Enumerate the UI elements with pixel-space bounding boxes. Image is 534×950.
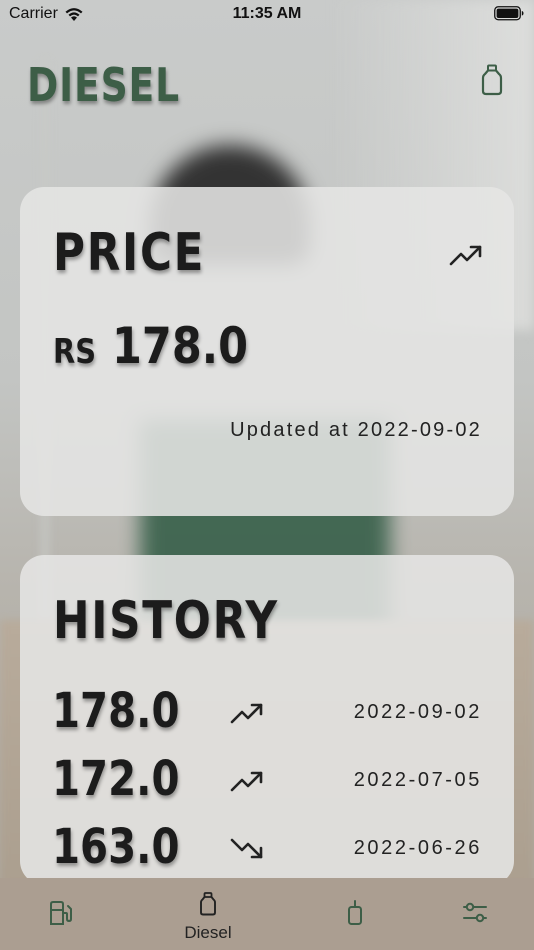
clock: 11:35 AM — [232, 5, 302, 22]
trending-down-icon — [230, 838, 263, 859]
history-card: HISTORY 178.0 2022-09-02 172.0 2022-07-0… — [20, 555, 514, 885]
battery-icon — [494, 6, 524, 21]
trending-up-icon — [230, 771, 263, 792]
tab-diesel[interactable]: Diesel — [170, 878, 246, 950]
history-date: 2022-06-26 — [353, 837, 482, 859]
tab-kerosene[interactable] — [335, 878, 375, 950]
trending-up-icon — [449, 245, 482, 266]
history-row: 172.0 2022-07-05 — [20, 751, 514, 819]
price-heading: PRICE — [53, 223, 206, 283]
app-title: DIESEL — [27, 58, 181, 112]
history-row: 178.0 2022-09-02 — [20, 683, 514, 751]
fuel-can-icon — [200, 892, 216, 916]
tab-petrol[interactable] — [40, 878, 82, 950]
fuel-can-icon[interactable] — [480, 64, 504, 96]
gas-pump-icon — [50, 901, 72, 925]
history-price: 178.0 — [52, 683, 180, 739]
sliders-icon — [463, 902, 487, 923]
history-date: 2022-09-02 — [353, 701, 482, 723]
price-amount: 178.0 — [111, 317, 248, 375]
bottle-icon — [348, 900, 362, 925]
history-list: 178.0 2022-09-02 172.0 2022-07-05 163.0 … — [20, 683, 514, 887]
history-price: 163.0 — [52, 819, 180, 875]
history-price: 172.0 — [52, 751, 180, 807]
tab-diesel-label: Diesel — [184, 923, 232, 942]
currency-label: RS — [53, 332, 97, 372]
history-heading: HISTORY — [53, 591, 279, 651]
current-price: RS 178.0 — [53, 317, 270, 375]
history-date: 2022-07-05 — [353, 769, 482, 791]
tab-bar: Diesel — [0, 878, 534, 950]
history-row: 163.0 2022-06-26 — [20, 819, 514, 887]
trending-up-icon — [230, 703, 263, 724]
updated-date: Updated at 2022-09-02 — [230, 419, 482, 441]
tab-settings[interactable] — [455, 878, 495, 950]
price-card: PRICE RS 178.0 Updated at 2022-09-02 — [20, 187, 514, 516]
status-bar: Carrier 11:35 AM — [0, 0, 534, 30]
